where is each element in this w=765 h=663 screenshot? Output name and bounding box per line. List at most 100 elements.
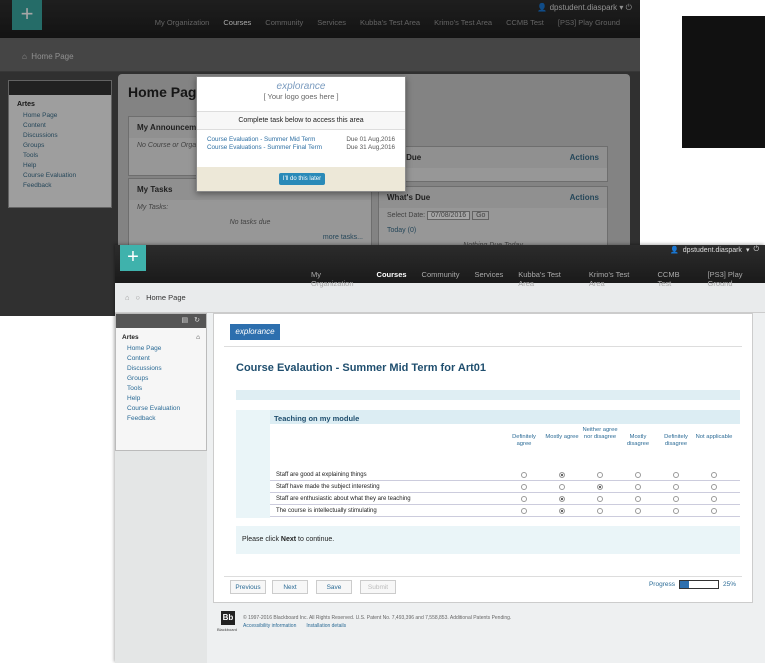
scale-header: Mostly disagree xyxy=(626,434,650,447)
menu-home-page[interactable]: Home Page xyxy=(116,343,206,353)
rating-radio[interactable] xyxy=(673,508,679,514)
rating-radio[interactable] xyxy=(635,484,641,490)
continue-text-next: Next xyxy=(280,536,297,543)
rating-radio[interactable] xyxy=(597,496,603,502)
nav-playground[interactable]: [PS3] Play Ground xyxy=(708,270,765,288)
do-this-later-button[interactable]: I'll do this later xyxy=(279,173,325,185)
menu-feedback[interactable]: Feedback xyxy=(116,413,206,423)
title-band xyxy=(236,390,740,400)
question-row: Staff have made the subject interesting xyxy=(270,482,740,493)
submit-button: Submit xyxy=(360,580,396,594)
nav-courses[interactable]: Courses xyxy=(377,270,407,288)
rating-radio[interactable] xyxy=(635,496,641,502)
popup-task-link[interactable]: Course Evaluation - Summer Mid Term xyxy=(207,136,315,144)
main-nav: My Organization Courses Community Servic… xyxy=(311,270,765,288)
continue-text-post: to continue. xyxy=(296,536,335,543)
rating-radio[interactable] xyxy=(711,484,717,490)
menu-help[interactable]: Help xyxy=(116,393,206,403)
rating-radio[interactable] xyxy=(597,508,603,514)
course-name-row[interactable]: Artes ⌂ xyxy=(116,328,206,343)
progress-indicator: Progress 25% xyxy=(649,580,736,589)
plus-logo-icon[interactable]: + xyxy=(120,245,146,271)
circle-icon: ○ xyxy=(135,293,141,302)
rating-radio[interactable] xyxy=(559,484,565,490)
installation-details-link[interactable]: Installation details xyxy=(306,623,346,629)
rating-radio[interactable] xyxy=(635,508,641,514)
copyright-text: © 1997-2016 Blackboard Inc. All Rights R… xyxy=(243,615,512,621)
menu-groups[interactable]: Groups xyxy=(116,373,206,383)
previous-button[interactable]: Previous xyxy=(230,580,266,594)
task-popup: explorance [ Your logo goes here ] Compl… xyxy=(196,76,406,192)
continue-text-pre: Please click xyxy=(242,536,281,543)
course-menu: ▤ ↻ Artes ⌂ Home Page Content Discussion… xyxy=(115,313,207,451)
home-icon[interactable]: ⌂ xyxy=(196,334,200,341)
rating-radio[interactable] xyxy=(559,472,565,478)
scale-header: Not applicable xyxy=(695,434,733,440)
question-row: Staff are enthusiastic about what they a… xyxy=(270,494,740,505)
folder-icon[interactable]: ▤ xyxy=(182,314,189,328)
nav-my-organization[interactable]: My Organization xyxy=(311,270,362,288)
rating-radio[interactable] xyxy=(521,496,527,502)
rating-radio[interactable] xyxy=(673,472,679,478)
left-sidebar: ▤ ↻ Artes ⌂ Home Page Content Discussion… xyxy=(115,313,207,663)
scale-header: Neither agree nor disagree xyxy=(582,427,618,440)
refresh-icon[interactable]: ↻ xyxy=(194,314,200,328)
survey-panel: explorance Course Evalaution - Summer Mi… xyxy=(213,313,753,603)
popup-task-row: Course Evaluations - Summer Final Term D… xyxy=(197,144,405,152)
continue-message: Please click Next to continue. xyxy=(236,526,740,554)
progress-percent: 25% xyxy=(722,581,736,588)
rating-radio[interactable] xyxy=(673,496,679,502)
scale-header: Mostly agree xyxy=(545,434,579,440)
blackboard-label: Blackboard xyxy=(217,627,238,632)
save-button[interactable]: Save xyxy=(316,580,352,594)
menu-content[interactable]: Content xyxy=(116,353,206,363)
nav-services[interactable]: Services xyxy=(474,270,503,288)
user-menu[interactable]: 👤 dpstudent.diaspark ▾ ⏻ xyxy=(670,246,759,254)
nav-ccmb[interactable]: CCMB Test xyxy=(658,270,693,288)
username: dpstudent.diaspark xyxy=(682,246,742,254)
nav-krimo[interactable]: Krimo's Test Area xyxy=(589,270,643,288)
popup-task-row: Course Evaluation - Summer Mid Term Due … xyxy=(197,136,405,144)
popup-task-link[interactable]: Course Evaluations - Summer Final Term xyxy=(207,144,322,152)
nav-community[interactable]: Community xyxy=(422,270,460,288)
next-button[interactable]: Next xyxy=(272,580,308,594)
question-text: The course is intellectually stimulating xyxy=(276,508,377,514)
dark-panel xyxy=(682,16,765,148)
question-text: Staff are enthusiastic about what they a… xyxy=(276,496,411,502)
survey-button-bar: Previous Next Save Submit Progress 25% xyxy=(224,576,742,596)
accessibility-link[interactable]: Accessibility information xyxy=(243,623,296,629)
user-icon: 👤 xyxy=(670,247,679,254)
rating-radio[interactable] xyxy=(521,508,527,514)
popup-brand: explorance xyxy=(276,81,326,92)
survey-title: Course Evalaution - Summer Mid Term for … xyxy=(236,362,486,374)
rating-radio[interactable] xyxy=(559,508,565,514)
rating-radio[interactable] xyxy=(673,484,679,490)
scale-header: Definitely agree xyxy=(512,434,536,447)
rating-radio[interactable] xyxy=(521,472,527,478)
breadcrumb-label: Home Page xyxy=(146,293,186,302)
home-icon[interactable]: ⌂ xyxy=(125,293,130,302)
question-row: Staff are good at explaining things xyxy=(270,470,740,481)
rating-radio[interactable] xyxy=(597,472,603,478)
rating-radio[interactable] xyxy=(711,472,717,478)
nav-kubba[interactable]: Kubba's Test Area xyxy=(518,270,574,288)
menu-discussions[interactable]: Discussions xyxy=(116,363,206,373)
menu-course-evaluation[interactable]: Course Evaluation xyxy=(116,403,206,413)
rating-radio[interactable] xyxy=(521,484,527,490)
power-icon[interactable]: ⏻ xyxy=(753,246,759,254)
menu-tools[interactable]: Tools xyxy=(116,383,206,393)
chevron-down-icon: ▾ xyxy=(745,247,750,254)
rating-radio[interactable] xyxy=(635,472,641,478)
question-block: Teaching on my module Definitely agree Mo… xyxy=(236,410,740,518)
rating-radio[interactable] xyxy=(711,496,717,502)
popup-tagline: [ Your logo goes here ] xyxy=(263,92,339,101)
rating-radio[interactable] xyxy=(711,508,717,514)
blackboard-logo: Bb xyxy=(221,611,235,625)
scale-header: Definitely disagree xyxy=(664,434,688,447)
progress-bar xyxy=(678,580,719,589)
footer-links: Accessibility information Installation d… xyxy=(243,623,346,629)
course-name: Artes xyxy=(122,334,139,341)
rating-radio[interactable] xyxy=(597,484,603,490)
foreground-screenshot: + 👤 dpstudent.diaspark ▾ ⏻ My Organizati… xyxy=(115,245,765,663)
rating-radio[interactable] xyxy=(559,496,565,502)
